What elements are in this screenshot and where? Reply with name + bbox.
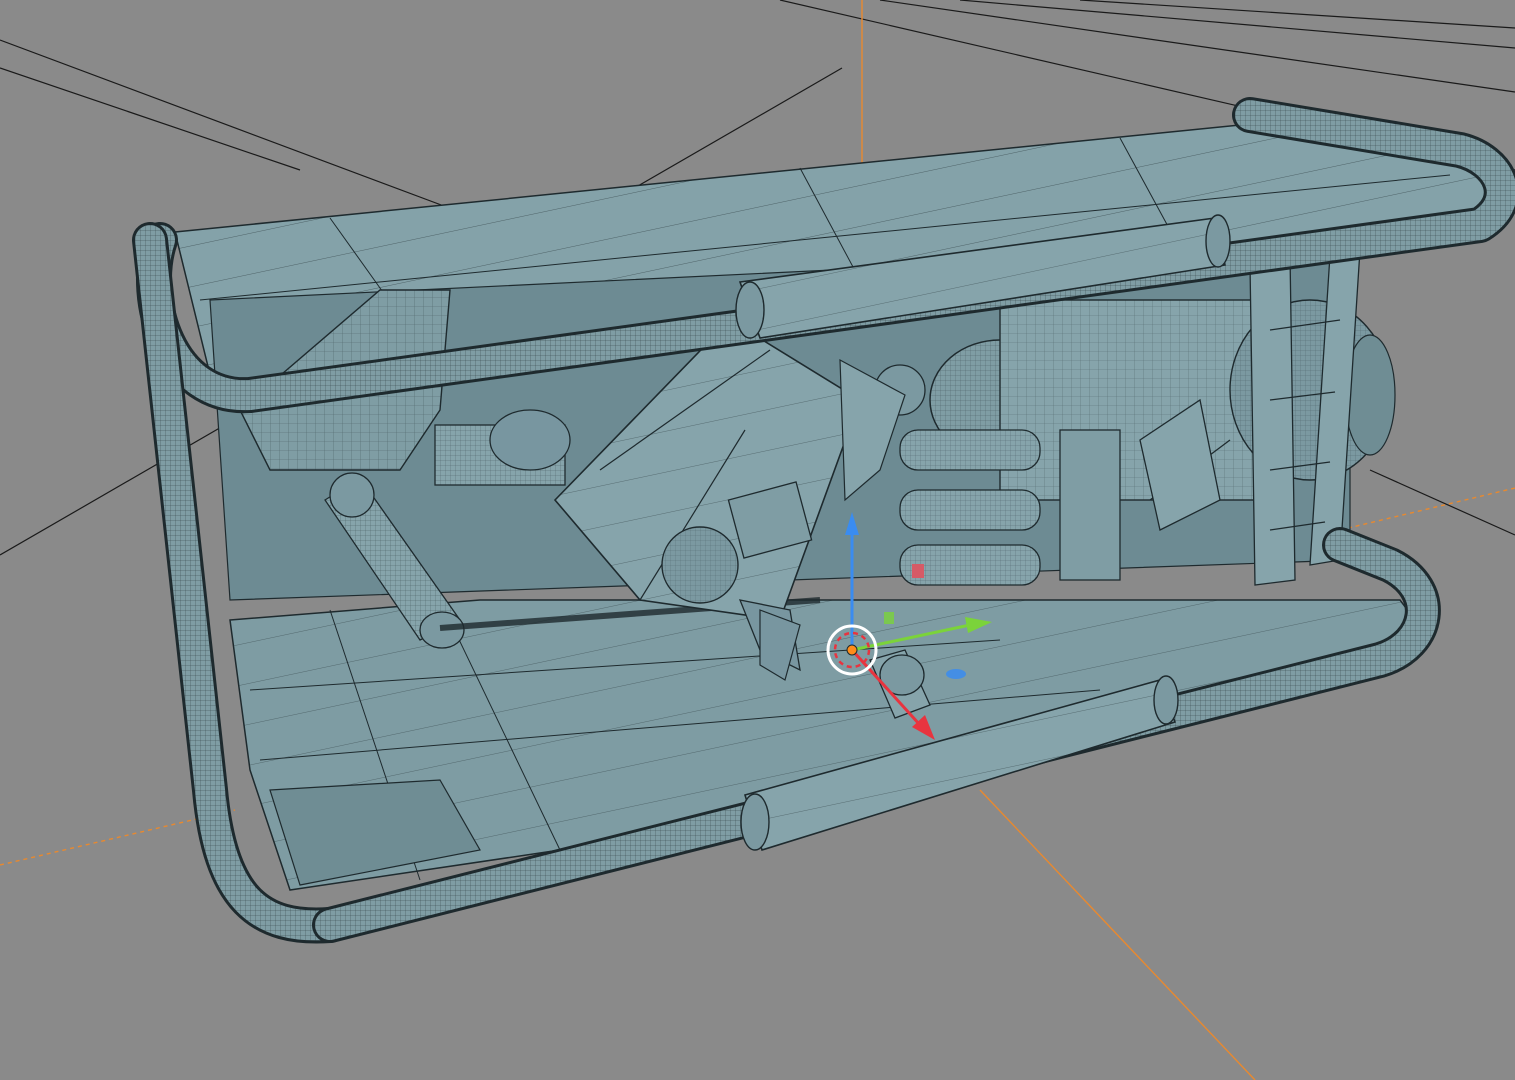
3d-viewport[interactable] xyxy=(0,0,1515,1080)
viewport-canvas[interactable] xyxy=(0,0,1515,1080)
object-origin-pivot[interactable] xyxy=(846,644,858,656)
generator-frame-mesh[interactable] xyxy=(132,97,1515,944)
yz-plane-handle[interactable] xyxy=(884,612,894,624)
xy-plane-handle[interactable] xyxy=(946,669,966,679)
